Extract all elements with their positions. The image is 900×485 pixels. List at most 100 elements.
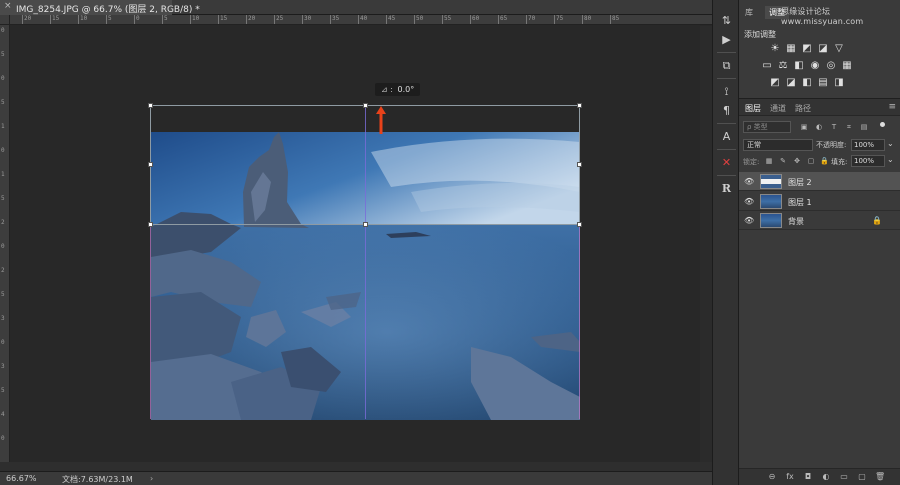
layer-row[interactable]: 👁 图层 1 bbox=[739, 192, 900, 211]
status-menu-arrow[interactable]: › bbox=[150, 474, 153, 483]
vertical-ruler[interactable]: 050510152025303540 bbox=[0, 25, 10, 471]
photo-filter-icon[interactable]: ◉ bbox=[809, 60, 821, 72]
black-white-icon[interactable]: ◧ bbox=[793, 60, 805, 72]
ruler-tick-label: 25 bbox=[273, 15, 284, 24]
tab-layers[interactable]: 图层 bbox=[745, 103, 761, 114]
lock-all-icon[interactable]: 🔒 bbox=[820, 157, 829, 166]
adjustments-row-3: ◩ ◪ ◧ ▤ ◨ bbox=[739, 77, 900, 91]
color-lookup-icon[interactable]: ▦ bbox=[841, 60, 853, 72]
ruler-tick-label: 3 bbox=[1, 363, 5, 370]
visibility-eye-icon[interactable]: 👁 bbox=[744, 216, 754, 225]
link-layers-icon[interactable]: ⊖ bbox=[767, 472, 777, 482]
ruler-tick-label: 80 bbox=[581, 15, 592, 24]
lock-image-icon[interactable]: ✎ bbox=[779, 157, 787, 166]
watermark-text: 思缘设计论坛 www.missyuan.com bbox=[781, 7, 864, 26]
levels-icon[interactable]: ▦ bbox=[785, 43, 797, 55]
chevron-down-icon[interactable]: ⌄ bbox=[887, 139, 894, 148]
invert-icon[interactable]: ◩ bbox=[769, 77, 781, 89]
visibility-eye-icon[interactable]: 👁 bbox=[744, 197, 754, 206]
brush-presets-icon[interactable]: ⟟ bbox=[718, 83, 735, 100]
transform-handle-br[interactable] bbox=[577, 222, 582, 227]
filter-toggle-icon[interactable] bbox=[880, 122, 885, 127]
play-actions-icon[interactable]: ▶ bbox=[718, 31, 735, 48]
lock-icon: 🔒 bbox=[872, 216, 882, 225]
layer-name: 图层 1 bbox=[788, 198, 812, 207]
filter-pixel-icon[interactable]: ▣ bbox=[800, 123, 808, 131]
ruler-tick-label: 20 bbox=[21, 15, 32, 24]
ruler-tick-label: 4 bbox=[1, 411, 5, 418]
document-tab[interactable]: × IMG_8254.JPG @ 66.7% (图层 2, RGB/8) * bbox=[0, 0, 200, 15]
threshold-icon[interactable]: ◧ bbox=[801, 77, 813, 89]
transform-handle-mr[interactable] bbox=[577, 162, 582, 167]
transform-handle-tl[interactable] bbox=[148, 103, 153, 108]
selective-color-icon[interactable]: ◨ bbox=[833, 77, 845, 89]
close-tab-icon[interactable]: × bbox=[4, 1, 12, 11]
layer-row[interactable]: 👁 背景 🔒 bbox=[739, 211, 900, 230]
gradient-map-icon[interactable]: ▤ bbox=[817, 77, 829, 89]
filter-smart-object-icon[interactable]: ▤ bbox=[860, 123, 868, 131]
tab-library[interactable]: 库 bbox=[745, 7, 753, 18]
paragraph-icon[interactable]: ¶ bbox=[718, 102, 735, 119]
ruler-tick-label: 20 bbox=[245, 15, 256, 24]
brightness-contrast-icon[interactable]: ☀ bbox=[769, 43, 781, 55]
horizontal-ruler[interactable]: 20 15 10 5 0 5 10 15 20 25 30 35 40 45 50 55 60 65 70 75 80 8… bbox=[10, 15, 712, 25]
vibrance-icon[interactable]: ▽ bbox=[833, 43, 845, 55]
ruler-tick-label: 1 bbox=[1, 123, 5, 130]
ruler-tick-label: 75 bbox=[553, 15, 564, 24]
tab-paths[interactable]: 路径 bbox=[795, 103, 811, 114]
channel-mixer-icon[interactable]: ◎ bbox=[825, 60, 837, 72]
filter-shape-icon[interactable]: ⌗ bbox=[845, 123, 853, 131]
ruler-tick-label: 0 bbox=[134, 15, 140, 24]
fill-input[interactable]: 100% bbox=[851, 155, 885, 167]
ruler-tick-label: 5 bbox=[1, 291, 5, 298]
chevron-down-icon[interactable]: ⌄ bbox=[887, 155, 894, 164]
red-arrow-annotation bbox=[376, 106, 386, 134]
new-group-icon[interactable]: ▭ bbox=[839, 472, 849, 482]
new-adjustment-icon[interactable]: ◐ bbox=[821, 472, 831, 482]
character-icon[interactable]: A bbox=[718, 128, 735, 145]
ruler-tick-label: 50 bbox=[413, 15, 424, 24]
ruler-tick-label: 45 bbox=[385, 15, 396, 24]
history-icon[interactable]: ⇅ bbox=[718, 12, 735, 29]
trash-icon[interactable]: 🗑 bbox=[875, 472, 885, 482]
filter-adjustment-icon[interactable]: ◐ bbox=[815, 123, 823, 131]
lock-position-icon[interactable]: ✥ bbox=[793, 157, 801, 166]
ruler-tick-label: 10 bbox=[189, 15, 200, 24]
layer-row[interactable]: 👁 图层 2 bbox=[739, 172, 900, 191]
filter-type-icon[interactable]: T bbox=[830, 123, 838, 131]
tool-presets-icon[interactable]: ✕ bbox=[718, 154, 735, 171]
transform-handle-tc[interactable] bbox=[363, 103, 368, 108]
horizontal-scrollbar[interactable] bbox=[0, 462, 712, 471]
add-mask-icon[interactable]: ◘ bbox=[803, 472, 813, 482]
transform-handle-bc[interactable] bbox=[363, 222, 368, 227]
properties-icon[interactable]: R bbox=[718, 180, 735, 197]
layer-name: 背景 bbox=[788, 217, 804, 226]
fill-label: 填充: bbox=[831, 158, 848, 166]
blend-mode-select[interactable]: 正常 bbox=[743, 139, 813, 151]
vertical-scrollbar[interactable] bbox=[700, 26, 712, 462]
zoom-level[interactable]: 66.67% bbox=[6, 474, 37, 483]
ruler-tick-label: 55 bbox=[441, 15, 452, 24]
canvas[interactable]: ⊿ : 0.0° bbox=[10, 26, 712, 471]
visibility-eye-icon[interactable]: 👁 bbox=[744, 177, 754, 186]
transform-handle-ml[interactable] bbox=[148, 162, 153, 167]
fx-icon[interactable]: fx bbox=[785, 472, 795, 482]
transform-handle-tr[interactable] bbox=[577, 103, 582, 108]
opacity-input[interactable]: 100% bbox=[851, 139, 885, 151]
clone-source-icon[interactable]: ⧉ bbox=[718, 57, 735, 74]
curves-icon[interactable]: ◩ bbox=[801, 43, 813, 55]
transform-bounding-box[interactable] bbox=[150, 105, 580, 225]
exposure-icon[interactable]: ◪ bbox=[817, 43, 829, 55]
transform-handle-bl[interactable] bbox=[148, 222, 153, 227]
lock-artboard-icon[interactable]: ▢ bbox=[807, 157, 815, 166]
new-layer-icon[interactable]: ▢ bbox=[857, 472, 867, 482]
panel-menu-icon[interactable]: ≡ bbox=[888, 102, 896, 112]
color-balance-icon[interactable]: ⚖ bbox=[777, 60, 789, 72]
ruler-tick-label: 60 bbox=[469, 15, 480, 24]
ruler-corner[interactable] bbox=[0, 15, 10, 25]
hue-saturation-icon[interactable]: ▭ bbox=[761, 60, 773, 72]
layer-filter-select[interactable]: ρ 类型 bbox=[743, 121, 791, 133]
posterize-icon[interactable]: ◪ bbox=[785, 77, 797, 89]
tab-channels[interactable]: 通道 bbox=[770, 103, 786, 114]
lock-transparent-icon[interactable]: ▦ bbox=[765, 157, 773, 166]
